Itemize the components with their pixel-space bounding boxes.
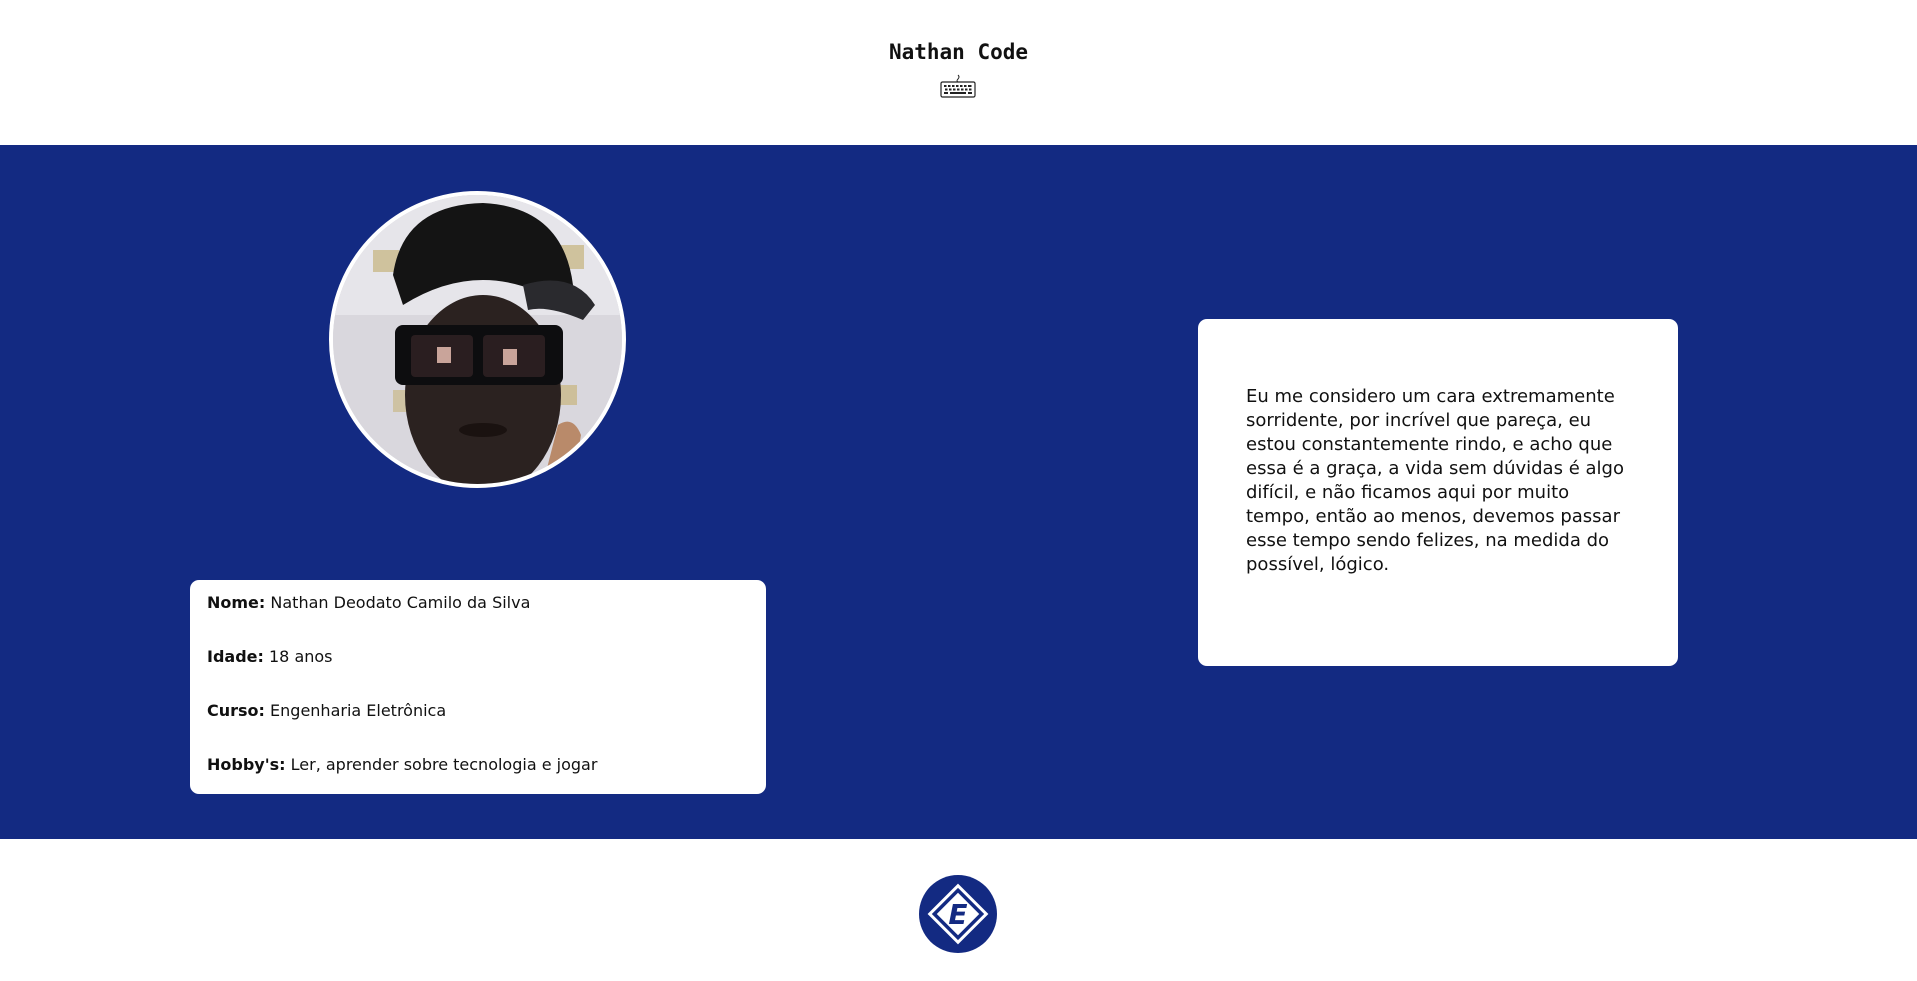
info-value: Ler, aprender sobre tecnologia e jogar [290,755,598,774]
info-key: Idade: [207,647,264,666]
site-header: Nathan Code [0,0,1917,145]
info-key: Nome: [207,593,266,612]
logo-letter: E [948,898,967,931]
school-logo-icon[interactable]: E [919,875,997,953]
site-title: Nathan Code [888,40,1029,64]
info-row-nome: Nome: Nathan Deodato Camilo da Silva [207,592,749,614]
bio-card: Eu me considero um cara extremamente sor… [1198,319,1678,666]
info-key: Curso: [207,701,265,720]
info-key: Hobby's: [207,755,286,774]
info-value: 18 anos [269,647,333,666]
info-row-hobbies: Hobby's: Ler, aprender sobre tecnologia … [207,754,749,776]
info-value: Engenharia Eletrônica [270,701,447,720]
profile-photo-illustration [333,195,622,484]
bio-text: Eu me considero um cara extremamente sor… [1246,386,1624,575]
profile-info-card: Nome: Nathan Deodato Camilo da Silva Ida… [190,580,766,794]
keyboard-icon [940,74,976,98]
info-row-idade: Idade: 18 anos [207,646,749,668]
info-row-curso: Curso: Engenharia Eletrônica [207,700,749,722]
info-value: Nathan Deodato Camilo da Silva [270,593,531,612]
profile-photo [329,191,626,488]
